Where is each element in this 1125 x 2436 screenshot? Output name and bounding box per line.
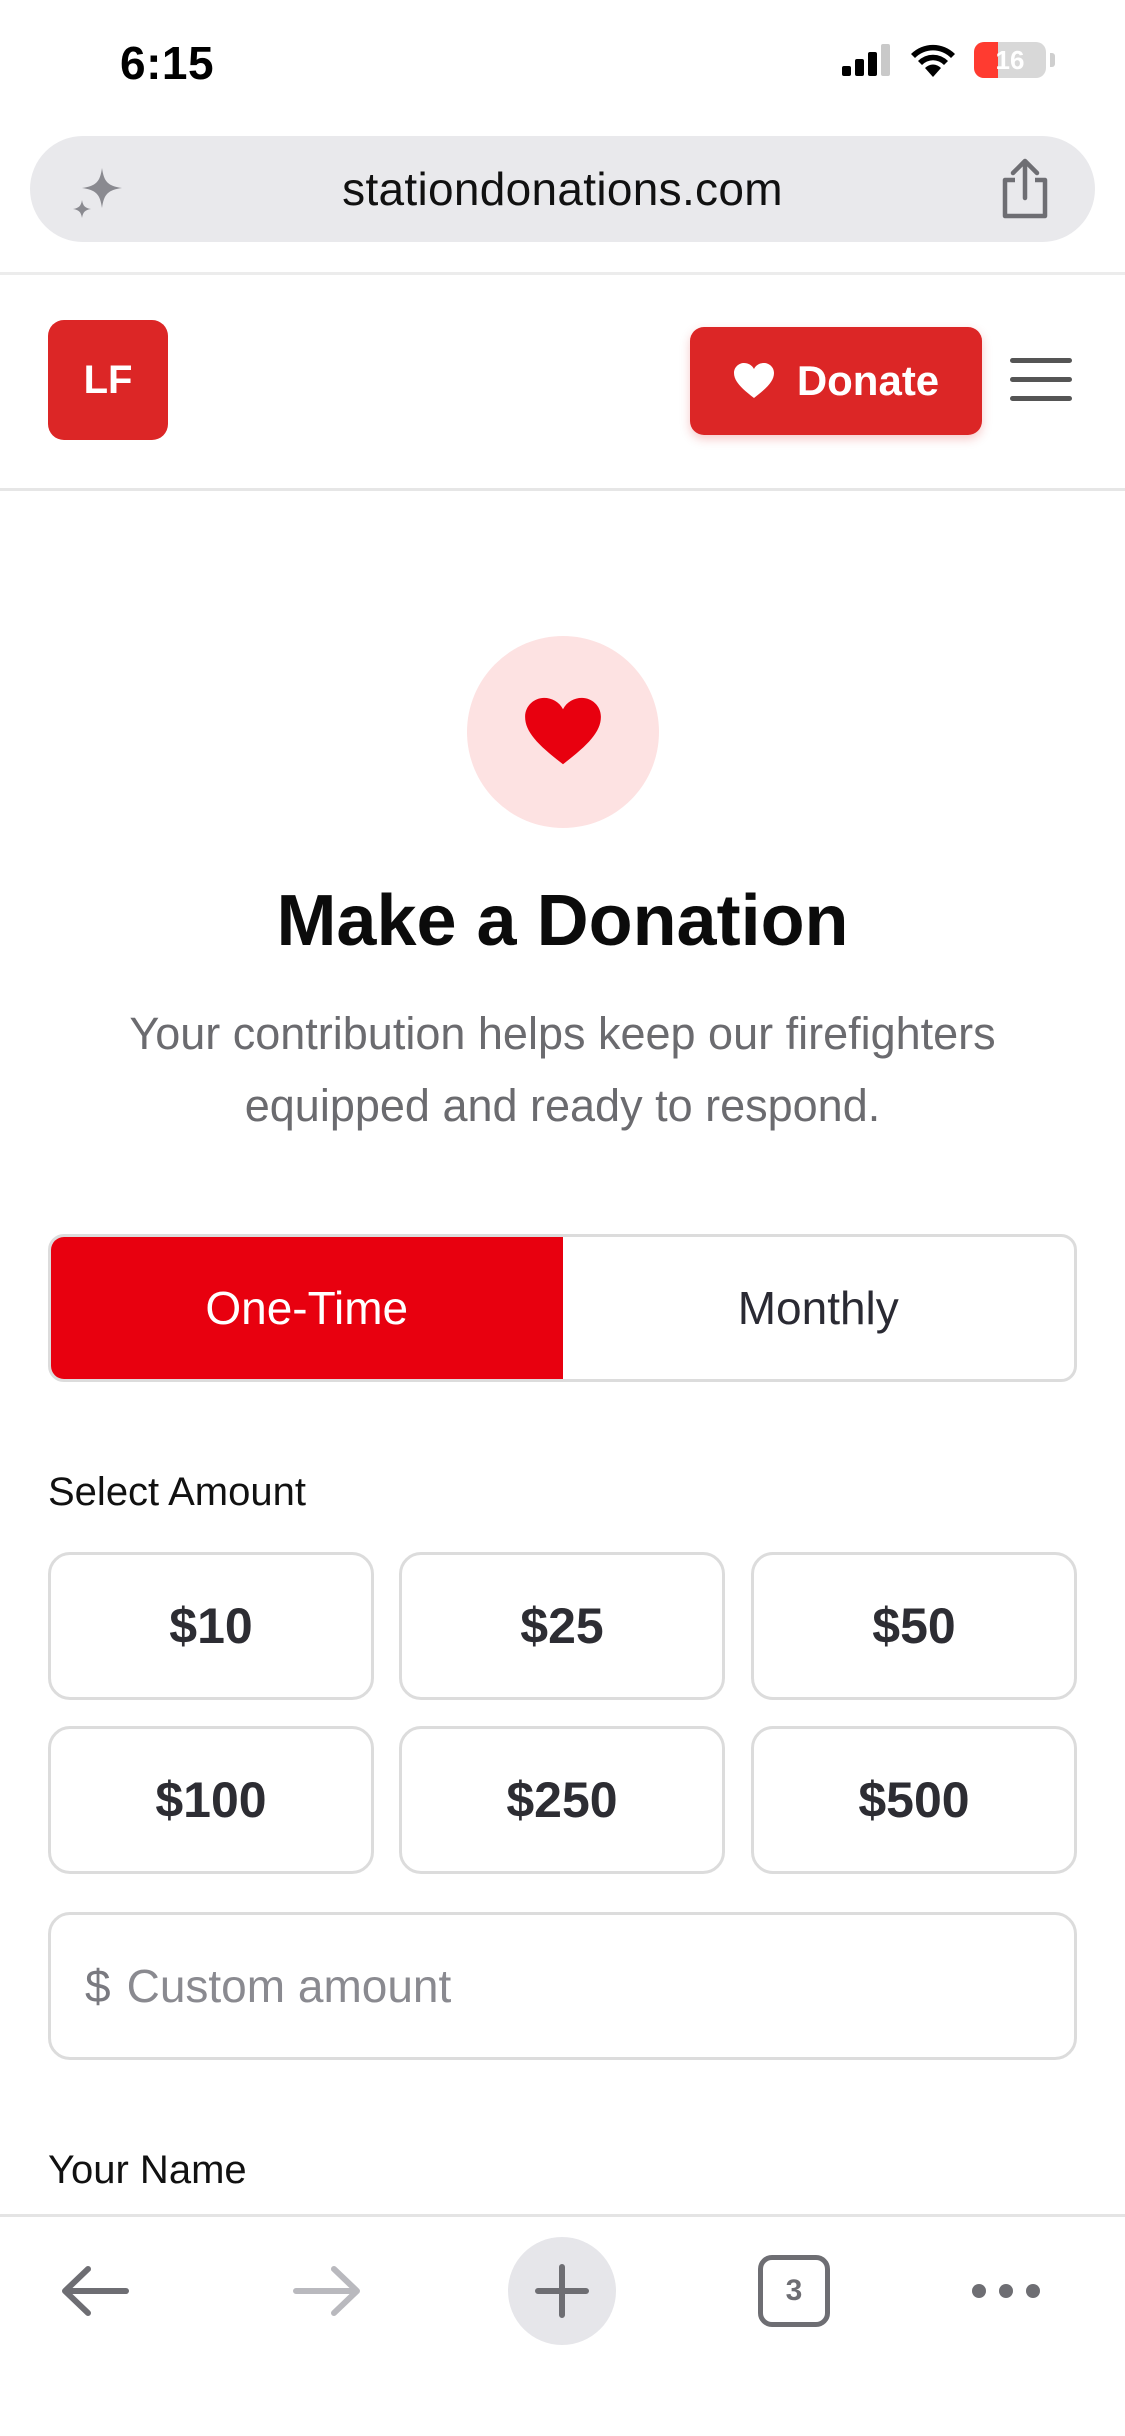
back-button[interactable] xyxy=(55,2251,135,2331)
frequency-option-one-time[interactable]: One-Time xyxy=(51,1237,563,1379)
donate-label: Donate xyxy=(796,357,940,404)
amount-button-50[interactable]: $50 xyxy=(751,1552,1077,1700)
header-divider xyxy=(0,488,1125,491)
hamburger-menu-icon[interactable] xyxy=(1010,356,1072,404)
cellular-signal-icon xyxy=(842,44,890,76)
wifi-icon xyxy=(911,44,955,77)
heart-icon xyxy=(525,697,601,765)
select-amount-label: Select Amount xyxy=(48,1470,306,1514)
new-tab-button[interactable] xyxy=(508,2237,616,2345)
amount-button-25[interactable]: $25 xyxy=(399,1552,725,1700)
browser-toolbar: 3 xyxy=(0,2214,1125,2436)
amount-button-100[interactable]: $100 xyxy=(48,1726,374,1874)
header-donate-button[interactable]: Donate xyxy=(690,327,982,435)
amount-button-10[interactable]: $10 xyxy=(48,1552,374,1700)
url-text[interactable]: stationdonations.com xyxy=(342,162,783,216)
more-menu-button[interactable] xyxy=(966,2251,1046,2331)
battery-level: 16 xyxy=(995,44,1025,75)
currency-symbol: $ xyxy=(85,1960,111,2012)
status-icons: 16 xyxy=(842,42,1055,78)
more-dots-icon xyxy=(972,2284,1040,2298)
hero-heart-badge xyxy=(467,636,659,828)
heart-icon xyxy=(733,363,774,398)
url-bar[interactable]: stationdonations.com xyxy=(30,136,1095,242)
tabs-button[interactable]: 3 xyxy=(758,2255,830,2327)
status-time: 6:15 xyxy=(120,37,215,89)
share-icon[interactable] xyxy=(997,158,1053,220)
toolbar-divider xyxy=(0,272,1125,275)
amount-button-250[interactable]: $250 xyxy=(399,1726,725,1874)
amount-button-500[interactable]: $500 xyxy=(751,1726,1077,1874)
frequency-option-monthly[interactable]: Monthly xyxy=(563,1237,1075,1379)
arrow-right-icon xyxy=(293,2266,360,2316)
your-name-label: Your Name xyxy=(48,2148,247,2192)
arrow-left-icon xyxy=(62,2266,129,2316)
battery-icon: 16 xyxy=(974,42,1046,78)
custom-amount-input[interactable] xyxy=(126,1959,1027,2013)
frequency-toggle: One-Time Monthly xyxy=(48,1234,1077,1382)
page-subtitle: Your contribution helps keep our firefig… xyxy=(129,1008,996,1131)
site-logo[interactable]: LF xyxy=(48,320,168,440)
custom-amount-field[interactable]: $ xyxy=(48,1912,1077,2060)
plus-icon xyxy=(535,2264,589,2318)
forward-button[interactable] xyxy=(287,2251,367,2331)
page-title: Make a Donation xyxy=(276,881,849,961)
sparkle-icon[interactable] xyxy=(68,162,128,222)
